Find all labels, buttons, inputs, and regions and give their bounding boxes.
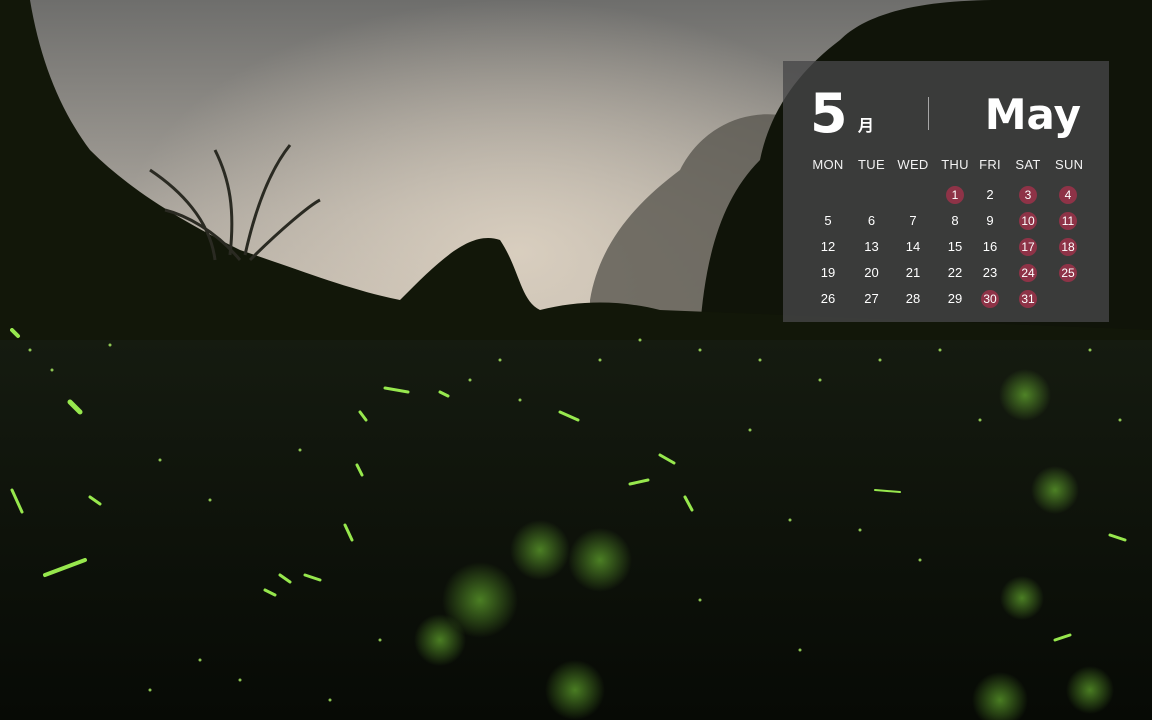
calendar-weeks: 1 2 3 4 5 6 7 8 9 10 11 12 13 14 15 16 17 18 19 20 21 22 23 24 2… [808,182,1088,312]
weekday-tue: TUE [858,157,885,172]
calendar-day-cell: 5 [808,211,848,231]
calendar-day-cell: 18 [1055,237,1081,257]
calendar-day: 14 [905,239,921,254]
calendar-day-cell: 30 [979,289,1001,309]
calendar-day: 20 [864,265,879,280]
calendar-day-cell: 29 [931,289,979,309]
calendar-day: 7 [909,213,917,228]
month-number: 5 [810,82,848,145]
calendar-day-cell: 10 [1001,211,1055,231]
calendar-day: 2 [986,187,994,202]
calendar-day-cell: 19 [808,263,848,283]
calendar-day: 26 [820,291,836,306]
calendar-day-cell: 3 [1001,185,1055,205]
calendar-day-cell [895,185,931,205]
calendar-day-cell: 9 [979,211,1001,231]
weekday-fri: FRI [979,157,1001,172]
calendar-week-row: 1 2 3 4 [808,182,1088,208]
calendar-day: 31 [1019,290,1037,308]
calendar-day-empty [819,185,837,203]
calendar-week-row: 26 27 28 29 30 31 [808,286,1088,312]
calendar-day-cell [1055,289,1081,309]
calendar-day-cell: 27 [848,289,895,309]
calendar-week-row: 5 6 7 8 9 10 11 [808,208,1088,234]
calendar-day: 9 [986,213,994,228]
calendar-widget: 5 月 May MON TUE WED THU FRI SAT SUN 1234… [783,61,1109,322]
calendar-day-cell: 6 [848,211,895,231]
calendar-day: 18 [1059,238,1077,256]
weekday-thu: THU [941,157,969,172]
calendar-day: 25 [1059,264,1077,282]
weekday-sat: SAT [1015,157,1041,172]
calendar-day-empty [904,185,922,203]
month-name: May [984,90,1081,139]
calendar-day-cell: 23 [979,263,1001,283]
calendar-day-empty [1059,289,1077,307]
calendar-day-cell: 7 [895,211,931,231]
header-divider [928,97,929,130]
calendar-week-row: 12 13 14 15 16 17 18 [808,234,1088,260]
calendar-day: 24 [1019,264,1037,282]
calendar-day-cell: 22 [931,263,979,283]
calendar-week-row: 19 20 21 22 23 24 25 [808,260,1088,286]
calendar-day-cell: 21 [895,263,931,283]
calendar-day-cell: 13 [848,237,895,257]
calendar-day-cell: 11 [1055,211,1081,231]
calendar-day-empty [863,185,881,203]
calendar-day-cell: 14 [895,237,931,257]
calendar-day: 27 [864,291,879,306]
calendar-day: 6 [867,213,876,228]
calendar-day-cell: 2 [979,185,1001,205]
weekday-sun: SUN [1055,157,1084,172]
calendar-grid: MON TUE WED THU FRI SAT SUN 1 2 3 4 5 6 7 8 9 10 1… [808,156,1088,312]
calendar-day: 21 [905,265,921,280]
weekday-mon: MON [812,157,844,172]
calendar-day-cell [808,185,848,205]
calendar-day-cell: 15 [931,237,979,257]
calendar-day: 3 [1019,186,1037,204]
calendar-day: 10 [1019,212,1037,230]
calendar-day: 13 [864,239,879,254]
calendar-day: 17 [1019,238,1037,256]
calendar-day: 12 [820,239,836,254]
calendar-day: 4 [1059,186,1077,204]
calendar-day-cell: 17 [1001,237,1055,257]
calendar-day: 5 [824,213,832,228]
calendar-day: 15 [947,239,963,254]
calendar-day: 28 [905,291,921,306]
calendar-day: 16 [982,239,998,254]
calendar-day-cell: 24 [1001,263,1055,283]
calendar-day-cell: 8 [931,211,979,231]
calendar-day-cell: 4 [1055,185,1081,205]
calendar-day-cell: 28 [895,289,931,309]
calendar-day: 1 [946,186,964,204]
weekday-header-row: MON TUE WED THU FRI SAT SUN [808,156,1088,174]
calendar-day-cell: 25 [1055,263,1081,283]
calendar-day-cell [848,185,895,205]
calendar-day: 29 [947,291,963,306]
calendar-day: 19 [820,265,836,280]
calendar-day-cell: 31 [1001,289,1055,309]
weekday-wed: WED [897,157,929,172]
calendar-day-cell: 26 [808,289,848,309]
calendar-day: 8 [951,213,959,228]
calendar-day-cell: 1 [931,185,979,205]
calendar-day-cell: 16 [979,237,1001,257]
calendar-day-cell: 12 [808,237,848,257]
calendar-day: 23 [982,265,998,280]
month-kanji: 月 [858,116,875,135]
calendar-day: 11 [1059,212,1077,230]
calendar-day-cell: 20 [848,263,895,283]
calendar-day: 22 [947,265,963,280]
calendar-day: 30 [981,290,999,308]
